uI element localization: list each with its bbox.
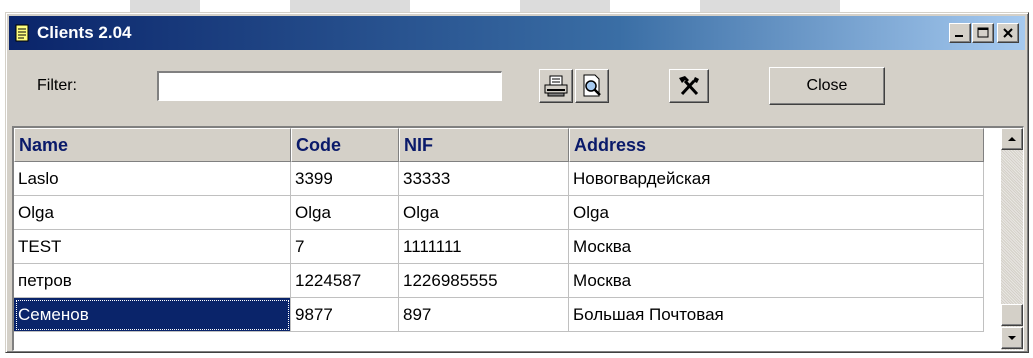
maximize-button[interactable] [972,23,994,43]
print-preview-icon [583,74,601,97]
print-icon [544,75,568,97]
cell-code[interactable]: 9877 [291,298,399,332]
cell-address[interactable]: Olga [569,196,984,230]
cell-name[interactable]: Olga [14,196,291,230]
column-header-nif[interactable]: NIF [399,128,569,162]
filter-label: Filter: [37,77,77,94]
table-row[interactable]: Laslo 3399 33333 Новогвардейская [14,162,984,196]
maximize-icon [977,27,989,38]
scroll-down-button[interactable] [1001,327,1023,349]
cell-address[interactable]: Большая Почтовая [569,298,984,332]
cell-code[interactable]: 7 [291,230,399,264]
arrow-down-icon [1008,336,1016,340]
minimize-icon [955,35,963,37]
tools-icon [679,76,699,96]
title-bar[interactable]: Clients 2.04 [9,16,1025,50]
cell-address[interactable]: Москва [569,230,984,264]
watermark-band [0,0,1033,12]
cell-nif[interactable]: 1111111 [399,230,569,264]
cell-name[interactable]: петров [14,264,291,298]
scroll-up-button[interactable] [1001,128,1023,150]
scroll-thumb[interactable] [1001,304,1023,326]
cell-nif[interactable]: 1226985555 [399,264,569,298]
clients-window: Clients 2.04 Filter: Close Name Code NIF… [5,12,1029,353]
vertical-scrollbar[interactable] [1001,128,1023,350]
cell-code[interactable]: Olga [291,196,399,230]
cell-name[interactable]: TEST [14,230,291,264]
table-row[interactable]: TEST 7 1111111 Москва [14,230,984,264]
cell-code[interactable]: 3399 [291,162,399,196]
cell-address[interactable]: Москва [569,264,984,298]
filter-input[interactable] [157,71,502,101]
arrow-up-icon [1008,137,1016,141]
close-window-button[interactable] [997,23,1019,43]
minimize-button[interactable] [949,23,971,43]
clients-grid: Name Code NIF Address Laslo 3399 33333 Н… [12,126,1024,351]
header-row: Name Code NIF Address [14,128,984,162]
print-button[interactable] [539,69,573,103]
cell-name-selected[interactable]: Семенов [14,298,291,332]
toolbar: Filter: Close [9,51,1025,123]
cell-nif[interactable]: 897 [399,298,569,332]
cell-address[interactable]: Новогвардейская [569,162,984,196]
table-row-selected[interactable]: Семенов 9877 897 Большая Почтовая [14,298,984,332]
window-title: Clients 2.04 [37,23,132,42]
cell-nif[interactable]: Olga [399,196,569,230]
cell-name[interactable]: Laslo [14,162,291,196]
document-icon [15,24,29,42]
close-icon [1003,28,1013,38]
print-preview-button[interactable] [575,69,609,103]
column-header-name[interactable]: Name [14,128,291,162]
column-header-address[interactable]: Address [569,128,984,162]
close-button[interactable]: Close [769,67,885,105]
column-header-code[interactable]: Code [291,128,399,162]
tools-button[interactable] [669,69,709,103]
table-row[interactable]: Olga Olga Olga Olga [14,196,984,230]
cell-code[interactable]: 1224587 [291,264,399,298]
cell-nif[interactable]: 33333 [399,162,569,196]
table-row[interactable]: петров 1224587 1226985555 Москва [14,264,984,298]
